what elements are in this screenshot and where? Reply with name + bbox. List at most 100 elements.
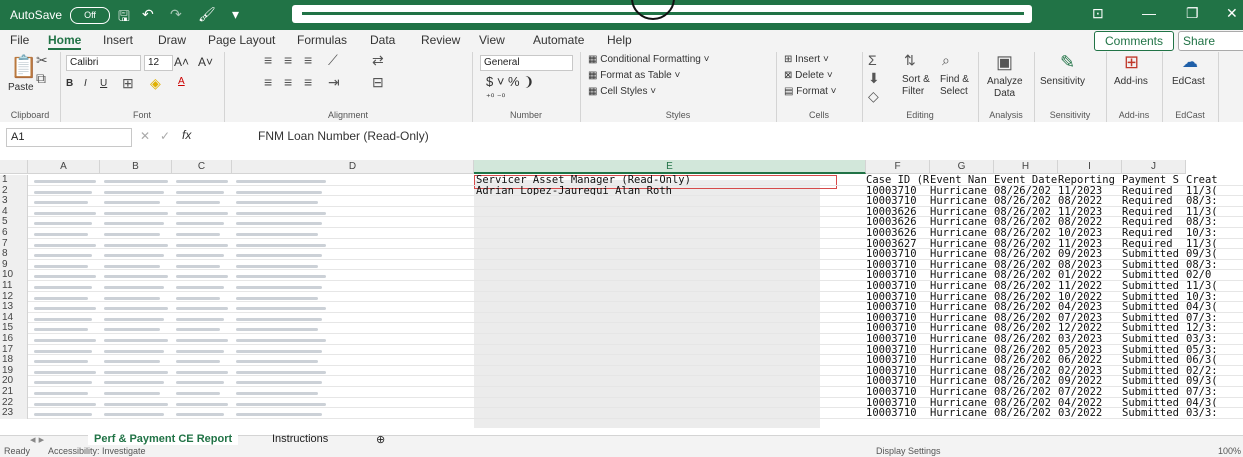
row-header[interactable]: 23 <box>0 408 28 419</box>
find-select-label[interactable]: Find & <box>940 74 969 85</box>
cell-k[interactable]: 04/3( <box>1186 398 1243 408</box>
cell-k[interactable]: 03/3: <box>1186 334 1243 344</box>
col-header-i[interactable]: I <box>1058 160 1122 174</box>
cell-h[interactable]: 08/26/202 <box>994 408 1058 418</box>
cell-h[interactable]: 08/26/202 <box>994 302 1058 312</box>
align-center-icon[interactable]: ≡ <box>284 74 292 90</box>
tab-automate[interactable]: Automate <box>533 33 584 47</box>
paste-label[interactable]: Paste <box>8 82 34 93</box>
cell-k[interactable]: 08/3: <box>1186 217 1243 227</box>
cell-g[interactable]: Hurricane <box>930 355 994 365</box>
ribbon-display-icon[interactable]: ⊡ <box>1092 5 1104 22</box>
header-cell-j[interactable]: Payment S <box>1122 175 1186 185</box>
cell-f[interactable]: 10003710 <box>866 398 930 408</box>
row-header[interactable]: 1 <box>0 174 28 186</box>
cell-h[interactable]: 08/26/202 <box>994 376 1058 386</box>
cell-g[interactable]: Hurricane <box>930 207 994 217</box>
bottom-align-icon[interactable]: ≡ <box>304 52 312 68</box>
delete-cells-button[interactable]: ⊠ Delete ˅ <box>784 70 833 81</box>
cell-f[interactable]: 10003710 <box>866 408 930 418</box>
cell-i[interactable]: 01/2022 <box>1058 270 1122 280</box>
cell-styles-button[interactable]: ▦ Cell Styles ˅ <box>588 86 656 97</box>
cell-i[interactable]: 12/2022 <box>1058 323 1122 333</box>
tab-formulas[interactable]: Formulas <box>297 33 347 47</box>
cell-h[interactable]: 08/26/202 <box>994 323 1058 333</box>
decrease-font-icon[interactable]: A˅ <box>198 55 213 69</box>
close-icon[interactable]: ✕ <box>1226 5 1238 22</box>
cell-i[interactable]: 08/2023 <box>1058 260 1122 270</box>
cell-g[interactable]: Hurricane <box>930 239 994 249</box>
cell-i[interactable]: 11/2023 <box>1058 239 1122 249</box>
cell-j[interactable]: Submitted <box>1122 387 1186 397</box>
cell-g[interactable]: Hurricane <box>930 249 994 259</box>
cell-h[interactable]: 08/26/202 <box>994 207 1058 217</box>
cell-g[interactable]: Hurricane <box>930 260 994 270</box>
cell-h[interactable]: 08/26/202 <box>994 355 1058 365</box>
cell-i[interactable]: 04/2022 <box>1058 398 1122 408</box>
cell-f[interactable]: 10003710 <box>866 323 930 333</box>
cell-h[interactable]: 08/26/202 <box>994 398 1058 408</box>
insert-cells-button[interactable]: ⊞ Insert ˅ <box>784 54 829 65</box>
spreadsheet-grid[interactable]: A B C D E F G H I J 1 Servicer Asset Mana… <box>0 152 1243 435</box>
row-header[interactable]: 6 <box>0 227 28 239</box>
analyze-data-icon[interactable]: ▣ <box>996 52 1013 73</box>
sheet-tab-instructions[interactable]: Instructions <box>272 433 328 445</box>
tab-help[interactable]: Help <box>607 33 632 47</box>
cell-k[interactable]: 04/3( <box>1186 302 1243 312</box>
col-header-a[interactable]: A <box>28 160 100 174</box>
col-header-j[interactable]: J <box>1122 160 1186 174</box>
header-cell-i[interactable]: Reporting <box>1058 175 1122 185</box>
copy-icon[interactable]: ⧉ <box>36 70 46 87</box>
cell-h[interactable]: 08/26/202 <box>994 345 1058 355</box>
cell-g[interactable]: Hurricane <box>930 408 994 418</box>
underline-icon[interactable]: U <box>100 78 107 89</box>
cell-i[interactable]: 09/2022 <box>1058 376 1122 386</box>
cell-k[interactable]: 12/3: <box>1186 323 1243 333</box>
cell-i[interactable]: 07/2023 <box>1058 313 1122 323</box>
cell-f[interactable]: 10003710 <box>866 249 930 259</box>
cell-k[interactable]: 09/3( <box>1186 376 1243 386</box>
cell-f[interactable]: 10003710 <box>866 196 930 206</box>
cell-h[interactable]: 08/26/202 <box>994 270 1058 280</box>
middle-align-icon[interactable]: ≡ <box>284 52 292 68</box>
cell-k[interactable]: 11/3( <box>1186 281 1243 291</box>
cell-f[interactable]: 10003710 <box>866 302 930 312</box>
cell-g[interactable]: Hurricane <box>930 228 994 238</box>
wrap-text-icon[interactable]: ⇄ <box>372 52 384 69</box>
cell-i[interactable]: 10/2022 <box>1058 292 1122 302</box>
redo-icon[interactable]: ↷ <box>170 6 182 23</box>
sort-filter-label[interactable]: Sort & <box>902 74 930 85</box>
cell-k[interactable]: 05/3: <box>1186 345 1243 355</box>
merge-center-icon[interactable]: ⊟ <box>372 74 384 91</box>
header-cell-k[interactable]: Creat <box>1186 175 1243 185</box>
clear-icon[interactable]: ◇ <box>868 88 879 105</box>
cell-j[interactable]: Submitted <box>1122 260 1186 270</box>
cell-i[interactable]: 08/2022 <box>1058 196 1122 206</box>
col-header-e[interactable]: E <box>474 160 866 174</box>
header-cell-f[interactable]: Case ID (Re <box>866 175 930 185</box>
cell-g[interactable]: Hurricane <box>930 387 994 397</box>
tab-view[interactable]: View <box>479 33 505 47</box>
cell-k[interactable]: 09/3( <box>1186 249 1243 259</box>
cell-i[interactable]: 11/2022 <box>1058 281 1122 291</box>
cell-f[interactable]: 10003626 <box>866 228 930 238</box>
cell-j[interactable]: Submitted <box>1122 313 1186 323</box>
align-left-icon[interactable]: ≡ <box>264 74 272 90</box>
cell-j[interactable]: Submitted <box>1122 292 1186 302</box>
cell-g[interactable]: Hurricane <box>930 292 994 302</box>
cell-i[interactable]: 06/2022 <box>1058 355 1122 365</box>
tab-page-layout[interactable]: Page Layout <box>208 33 275 47</box>
cell-k[interactable]: 03/3: <box>1186 408 1243 418</box>
cell-f[interactable]: 10003710 <box>866 186 930 196</box>
find-select-icon[interactable]: ⌕ <box>942 52 950 69</box>
row-header[interactable]: 11 <box>0 280 28 292</box>
col-header-b[interactable]: B <box>100 160 172 174</box>
fill-icon[interactable]: ⬇ <box>868 70 880 87</box>
col-header-g[interactable]: G <box>930 160 994 174</box>
cell-h[interactable]: 08/26/202 <box>994 217 1058 227</box>
sort-filter-label-2[interactable]: Filter <box>902 86 924 97</box>
top-align-icon[interactable]: ≡ <box>264 52 272 68</box>
cell-i[interactable]: 07/2022 <box>1058 387 1122 397</box>
cell-j[interactable]: Submitted <box>1122 334 1186 344</box>
minimize-icon[interactable]: — <box>1142 5 1156 21</box>
